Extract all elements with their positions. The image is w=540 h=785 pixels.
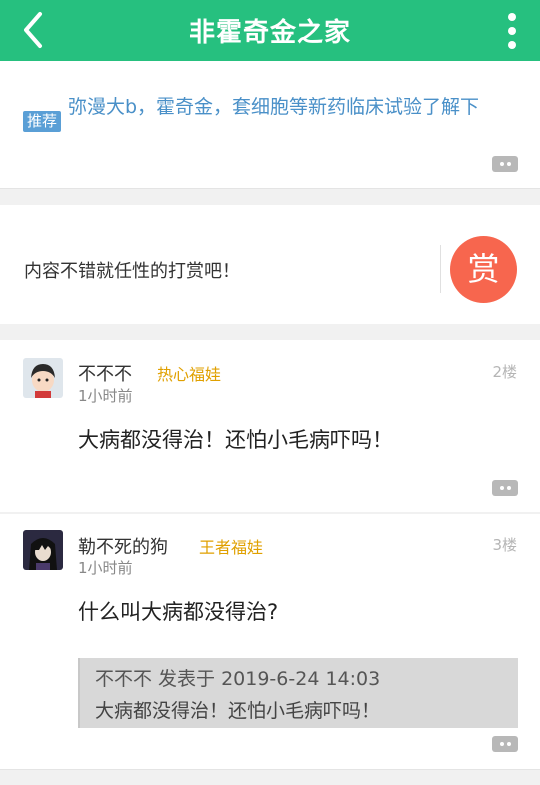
post-time: 1小时前 <box>78 559 133 577</box>
recommend-tag: 推荐 <box>23 111 62 132</box>
username[interactable]: 不不不 <box>78 360 132 386</box>
user-badge: 热心福娃 <box>157 365 222 384</box>
reward-card: 内容不错就任性的打赏吧！ 赏 <box>0 205 540 324</box>
recommend-link[interactable]: 弥漫大b，霍奇金，套细胞等新药临床试验了解下 <box>68 95 508 120</box>
comment-icon[interactable] <box>492 736 518 756</box>
avatar[interactable] <box>23 358 63 398</box>
username[interactable]: 勒不死的狗 <box>78 533 168 559</box>
floor-number: 3楼 <box>492 536 517 554</box>
recommend-card: 推荐 弥漫大b，霍奇金，套细胞等新药临床试验了解下 <box>0 61 540 188</box>
reply-item: 勒不死的狗 王者福娃 3楼 1小时前 什么叫大病都没得治? 不不不 发表于 20… <box>0 514 540 769</box>
more-options-icon[interactable] <box>502 10 522 52</box>
post-time: 1小时前 <box>78 387 133 405</box>
post-content: 大病都没得治！还怕小毛病吓吗！ <box>78 428 393 452</box>
page-title: 非霍奇金之家 <box>188 18 351 48</box>
quote-header: 不不不 发表于 2019-6-24 14:03 <box>95 668 381 690</box>
quote-text: 大病都没得治！还怕小毛病吓吗！ <box>95 700 381 722</box>
divider <box>0 769 540 770</box>
comment-icon[interactable] <box>492 156 518 176</box>
reply-item: 不不不 热心福娃 2楼 1小时前 大病都没得治！还怕小毛病吓吗！ <box>0 340 540 512</box>
top-bar: 非霍奇金之家 <box>0 0 540 61</box>
reward-divider <box>440 245 441 293</box>
reward-button[interactable]: 赏 <box>450 236 517 303</box>
avatar[interactable] <box>23 530 63 570</box>
reward-prompt: 内容不错就任性的打赏吧！ <box>24 261 240 282</box>
quoted-reply: 不不不 发表于 2019-6-24 14:03 大病都没得治！还怕小毛病吓吗！ <box>78 658 518 728</box>
user-badge: 王者福娃 <box>199 538 264 557</box>
comment-icon[interactable] <box>492 480 518 500</box>
divider <box>0 188 540 189</box>
post-content: 什么叫大病都没得治? <box>78 600 279 624</box>
floor-number: 2楼 <box>492 363 517 381</box>
